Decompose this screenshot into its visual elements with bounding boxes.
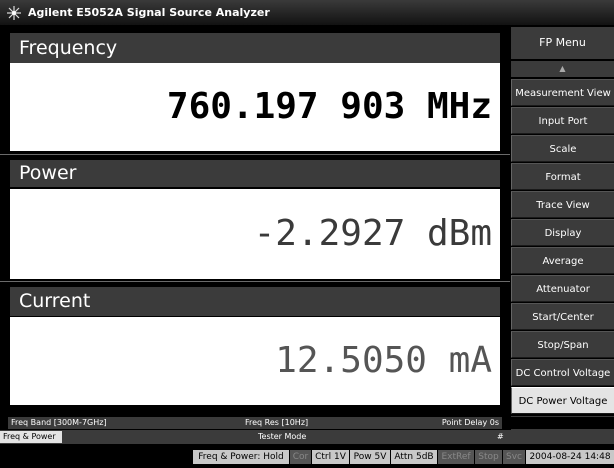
cor-indicator: Cor [290,450,311,464]
datetime-display: 2004-08-24 14:48 [526,450,614,464]
frequency-value: 760.197 903 MHz [10,63,500,151]
frequency-label: Frequency [10,33,500,63]
mode-badge: Freq & Power [0,431,62,443]
ctrl-voltage-indicator: Ctrl 1V [312,450,349,464]
status-bar-instrument: Freq & Power: Hold Cor Ctrl 1V Pow 5V At… [0,446,614,468]
svc-indicator: Svc [503,450,525,464]
menu-item-attenuator[interactable]: Attenuator [511,275,614,302]
point-delay-label: Point Delay 0s [441,418,499,427]
measurement-display: Frequency 760.197 903 MHz Power -2.2927 … [0,25,510,417]
menu-item-stop-span[interactable]: Stop/Span [511,331,614,358]
menu-item-average[interactable]: Average [511,247,614,274]
panel-divider [0,154,510,155]
menu-item-dc-power-voltage[interactable]: DC Power Voltage [511,387,614,414]
freq-res-label: Freq Res [10Hz] [245,418,309,427]
attn-indicator: Attn 5dB [391,450,437,464]
sweep-info: Freq Band [300M-7GHz] Freq Res [10Hz] Po… [8,417,502,429]
agilent-spark-icon [6,5,22,21]
scroll-up-icon[interactable]: ▲ [511,61,614,77]
extref-indicator: ExtRef [438,450,474,464]
fp-menu: FP Menu ▲ Measurement View Input Port Sc… [510,25,614,434]
menu-item-measurement-view[interactable]: Measurement View [511,79,614,106]
tester-mode-label: Tester Mode [258,432,307,441]
title-bar: Agilent E5052A Signal Source Analyzer [0,0,614,25]
menu-item-scale[interactable]: Scale [511,135,614,162]
status-bar-mode: Freq & Power Tester Mode # [0,430,614,444]
menu-item-input-port[interactable]: Input Port [511,107,614,134]
current-label: Current [10,287,500,316]
hold-status: Freq & Power: Hold [193,450,289,464]
pow-voltage-indicator: Pow 5V [350,450,390,464]
fp-menu-title: FP Menu [511,27,614,59]
hash-indicator: # [497,432,504,441]
status-bar-sweep: Freq Band [300M-7GHz] Freq Res [10Hz] Po… [0,417,614,429]
menu-item-display[interactable]: Display [511,219,614,246]
current-value: 12.5050 mA [10,317,500,405]
power-value: -2.2927 dBm [10,189,500,279]
window-title: Agilent E5052A Signal Source Analyzer [28,6,270,19]
menu-item-trace-view[interactable]: Trace View [511,191,614,218]
freq-band-label: Freq Band [300M-7GHz] [11,418,107,427]
menu-item-start-center[interactable]: Start/Center [511,303,614,330]
menu-item-format[interactable]: Format [511,163,614,190]
power-label: Power [10,160,500,187]
panel-divider [0,281,510,282]
stop-indicator: Stop [475,450,502,464]
menu-item-dc-control-voltage[interactable]: DC Control Voltage [511,359,614,386]
